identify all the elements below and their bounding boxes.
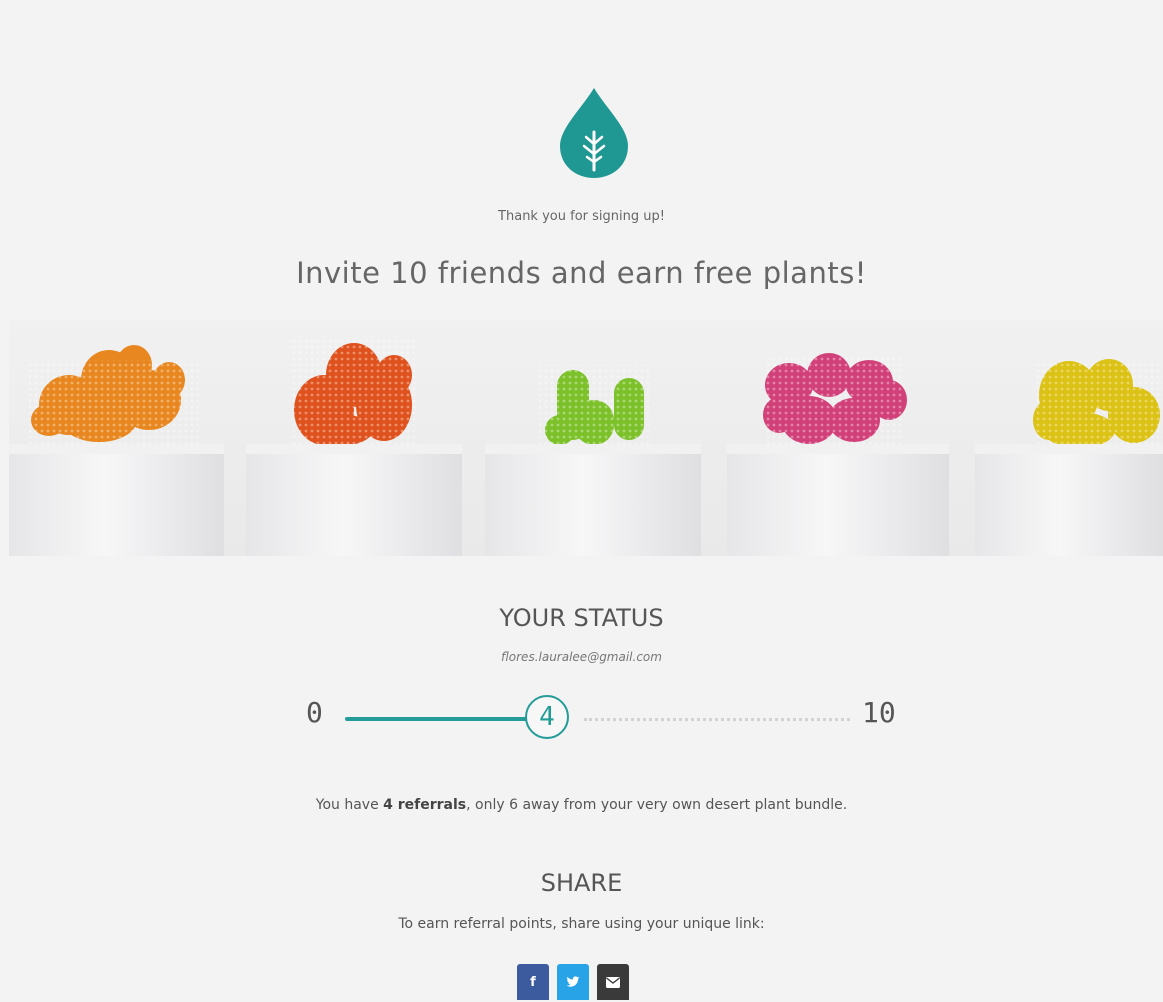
cactus-row-image bbox=[9, 320, 1163, 556]
referral-count: 4 referrals bbox=[383, 797, 467, 813]
referral-progress: 0 4 10 bbox=[300, 690, 920, 750]
leaf-drop-icon bbox=[560, 88, 628, 178]
cactus-pot-4 bbox=[727, 353, 949, 556]
cactus-pot-2 bbox=[246, 340, 462, 556]
referral-prefix: You have bbox=[315, 797, 379, 813]
cactus-pot-3 bbox=[485, 365, 701, 556]
user-email: flores.lauralee@gmail.com bbox=[501, 650, 662, 664]
share-title: SHARE bbox=[540, 869, 623, 897]
invite-headline: Invite 10 friends and earn free plants! bbox=[296, 256, 867, 290]
facebook-share-button[interactable]: f bbox=[517, 964, 549, 1000]
share-instructions: To earn referral points, share using you… bbox=[398, 916, 765, 932]
email-icon bbox=[606, 976, 620, 988]
cactus-pot-5 bbox=[975, 359, 1163, 556]
status-title: YOUR STATUS bbox=[499, 604, 664, 632]
progress-min-label: 0 bbox=[306, 696, 323, 729]
referral-suffix: , only 6 away from your very own desert … bbox=[466, 797, 848, 813]
email-share-button[interactable] bbox=[597, 964, 629, 1000]
twitter-share-button[interactable] bbox=[557, 964, 589, 1000]
signup-confirmation-page: Thank you for signing up! Invite 10 frie… bbox=[0, 0, 1163, 1002]
facebook-icon: f bbox=[530, 974, 536, 990]
progress-current-marker: 4 bbox=[525, 695, 569, 739]
cactus-pot-1 bbox=[9, 345, 224, 556]
twitter-icon bbox=[566, 976, 580, 987]
share-buttons: f bbox=[517, 964, 629, 1002]
progress-remaining-track bbox=[584, 718, 850, 721]
thank-you-text: Thank you for signing up! bbox=[498, 209, 665, 224]
progress-max-label: 10 bbox=[862, 696, 896, 729]
referral-summary: You have 4 referrals, only 6 away from y… bbox=[0, 797, 1163, 813]
progress-filled-track bbox=[345, 717, 527, 721]
